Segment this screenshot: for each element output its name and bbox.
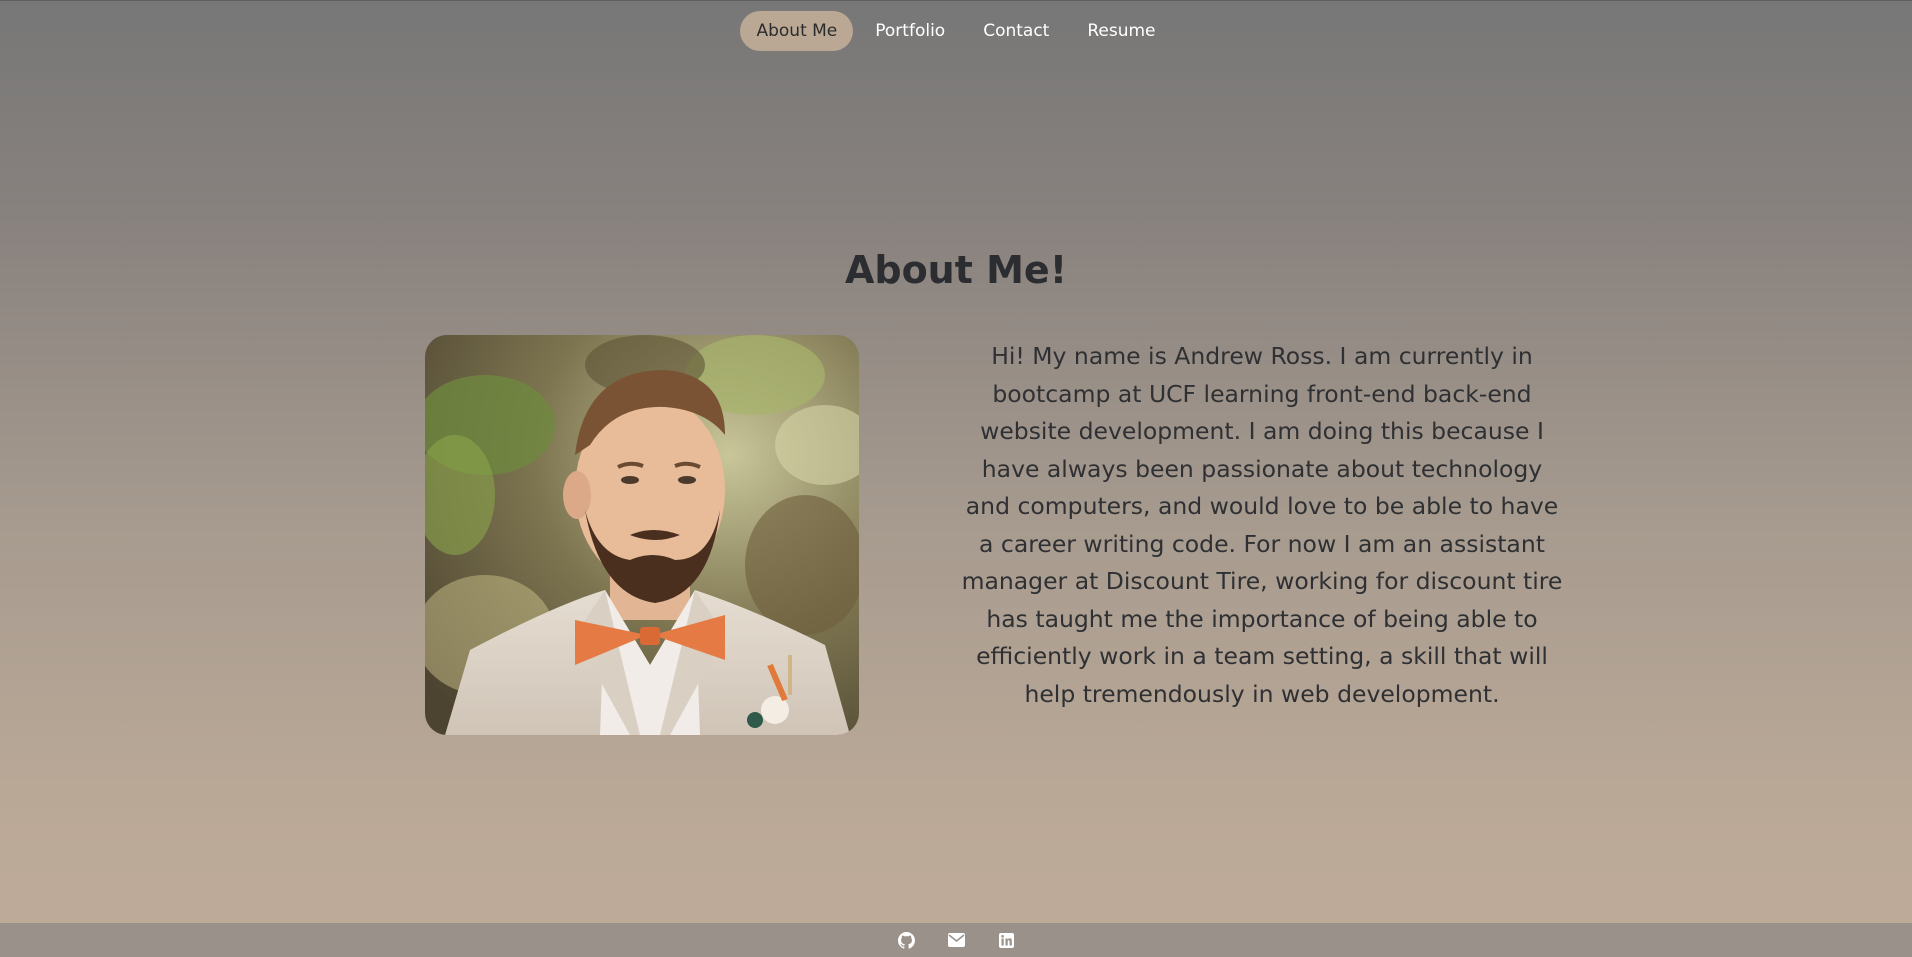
- bio-text: Hi! My name is Andrew Ross. I am current…: [961, 342, 1563, 708]
- profile-photo-illustration: [425, 335, 859, 735]
- envelope-icon[interactable]: [946, 930, 966, 950]
- nav-portfolio[interactable]: Portfolio: [859, 11, 961, 51]
- nav-resume[interactable]: Resume: [1071, 11, 1171, 51]
- nav-contact[interactable]: Contact: [967, 11, 1065, 51]
- github-icon[interactable]: [896, 930, 916, 950]
- footer: [0, 923, 1912, 957]
- linkedin-icon[interactable]: [996, 930, 1016, 950]
- nav-about-me[interactable]: About Me: [740, 10, 854, 51]
- top-nav: About Me Portfolio Contact Resume: [0, 0, 1912, 60]
- profile-photo: [425, 335, 859, 735]
- page-title: About Me!: [844, 248, 1068, 292]
